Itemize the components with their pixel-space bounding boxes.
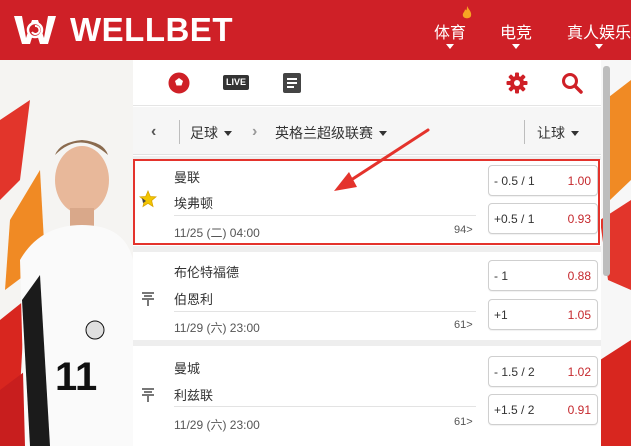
handicap-line: - 1.5 / 2 bbox=[494, 365, 535, 379]
home-team: 曼城 bbox=[174, 361, 201, 376]
market-filter-label: 让球 bbox=[537, 125, 565, 141]
list-icon[interactable] bbox=[281, 72, 303, 94]
row-divider bbox=[174, 311, 476, 312]
live-label: LIVE bbox=[226, 77, 247, 87]
sport-filter[interactable]: 足球 bbox=[190, 123, 232, 143]
nav-esports-caret-icon bbox=[512, 44, 520, 49]
league-filter-label: 英格兰超级联赛 bbox=[275, 125, 373, 141]
nav-live-casino[interactable]: 真人娱乐 bbox=[567, 19, 631, 43]
away-team: 利兹联 bbox=[174, 388, 214, 403]
scrollbar[interactable] bbox=[603, 66, 610, 446]
live-icon[interactable]: LIVE bbox=[223, 75, 249, 90]
nav-live-casino-caret-icon bbox=[595, 44, 603, 49]
nav-sports[interactable]: 体育 bbox=[434, 19, 466, 43]
divider bbox=[524, 120, 525, 144]
away-team: 伯恩利 bbox=[174, 292, 214, 307]
match-time: 11/29 (六) 23:00 bbox=[174, 418, 260, 432]
back-chevron-icon[interactable]: ‹ bbox=[151, 123, 156, 141]
odds-button-away[interactable]: +1.5 / 2 0.91 bbox=[488, 394, 598, 425]
top-header: WELLBET 体育 电竞 真人娱乐 bbox=[0, 0, 631, 60]
sport-tab-bar: LIVE bbox=[133, 60, 601, 106]
sport-filter-label: 足球 bbox=[190, 125, 218, 141]
hot-flame-icon bbox=[462, 6, 472, 19]
betting-panel: LIVE ‹ 足球 › 英格兰超级联赛 让球 曼联 埃弗顿 11/25 (二) … bbox=[133, 60, 601, 446]
home-team: 布伦特福德 bbox=[174, 265, 240, 280]
league-filter-caret-icon bbox=[379, 130, 387, 136]
odds-price: 0.91 bbox=[567, 403, 591, 417]
handicap-line: +1.5 / 2 bbox=[494, 403, 535, 417]
nav-esports[interactable]: 电竞 bbox=[500, 19, 532, 43]
match-time: 11/29 (六) 23:00 bbox=[174, 321, 260, 335]
player-illustration: 11 bbox=[0, 100, 133, 446]
breadcrumb-chevron-icon: › bbox=[252, 123, 258, 140]
filter-bar: ‹ 足球 › 英格兰超级联赛 让球 bbox=[133, 107, 601, 155]
row-divider bbox=[174, 406, 476, 407]
nav-sports-caret-icon bbox=[446, 44, 454, 49]
soccer-ball-icon[interactable] bbox=[168, 72, 190, 94]
brand-name: WELLBET bbox=[70, 11, 233, 48]
odds-button-home[interactable]: - 1.5 / 2 1.02 bbox=[488, 356, 598, 387]
more-markets-link[interactable]: 61> bbox=[454, 416, 473, 428]
promo-background-left: 11 bbox=[0, 60, 133, 446]
search-icon[interactable] bbox=[561, 72, 583, 94]
odds-price: 1.05 bbox=[567, 308, 591, 322]
market-filter[interactable]: 让球 bbox=[537, 123, 579, 143]
more-markets-link[interactable]: 61> bbox=[454, 319, 473, 331]
market-filter-caret-icon bbox=[571, 130, 579, 136]
handicap-line: - 1 bbox=[494, 269, 509, 283]
odds-button-home[interactable]: - 1 0.88 bbox=[488, 260, 598, 291]
gear-icon[interactable] bbox=[506, 72, 528, 94]
pin-icon[interactable] bbox=[141, 290, 155, 306]
svg-text:11: 11 bbox=[55, 355, 97, 399]
divider bbox=[179, 120, 180, 144]
handicap-line: +1 bbox=[494, 308, 508, 322]
odds-price: 0.88 bbox=[567, 269, 591, 283]
league-filter[interactable]: 英格兰超级联赛 bbox=[275, 123, 387, 143]
sport-filter-caret-icon bbox=[224, 130, 232, 136]
pin-icon[interactable] bbox=[141, 386, 155, 402]
wellbet-logo[interactable]: WELLBET bbox=[12, 11, 233, 48]
scrollbar-thumb[interactable] bbox=[603, 66, 610, 276]
highlight-box bbox=[133, 159, 600, 245]
match-row[interactable]: 曼城 利兹联 11/29 (六) 23:00 61> - 1.5 / 2 1.0… bbox=[133, 346, 601, 446]
logo-mark-icon bbox=[14, 16, 56, 44]
odds-button-away[interactable]: +1 1.05 bbox=[488, 299, 598, 330]
match-row[interactable]: 布伦特福德 伯恩利 11/29 (六) 23:00 61> - 1 0.88 +… bbox=[133, 252, 601, 335]
odds-price: 1.02 bbox=[567, 365, 591, 379]
